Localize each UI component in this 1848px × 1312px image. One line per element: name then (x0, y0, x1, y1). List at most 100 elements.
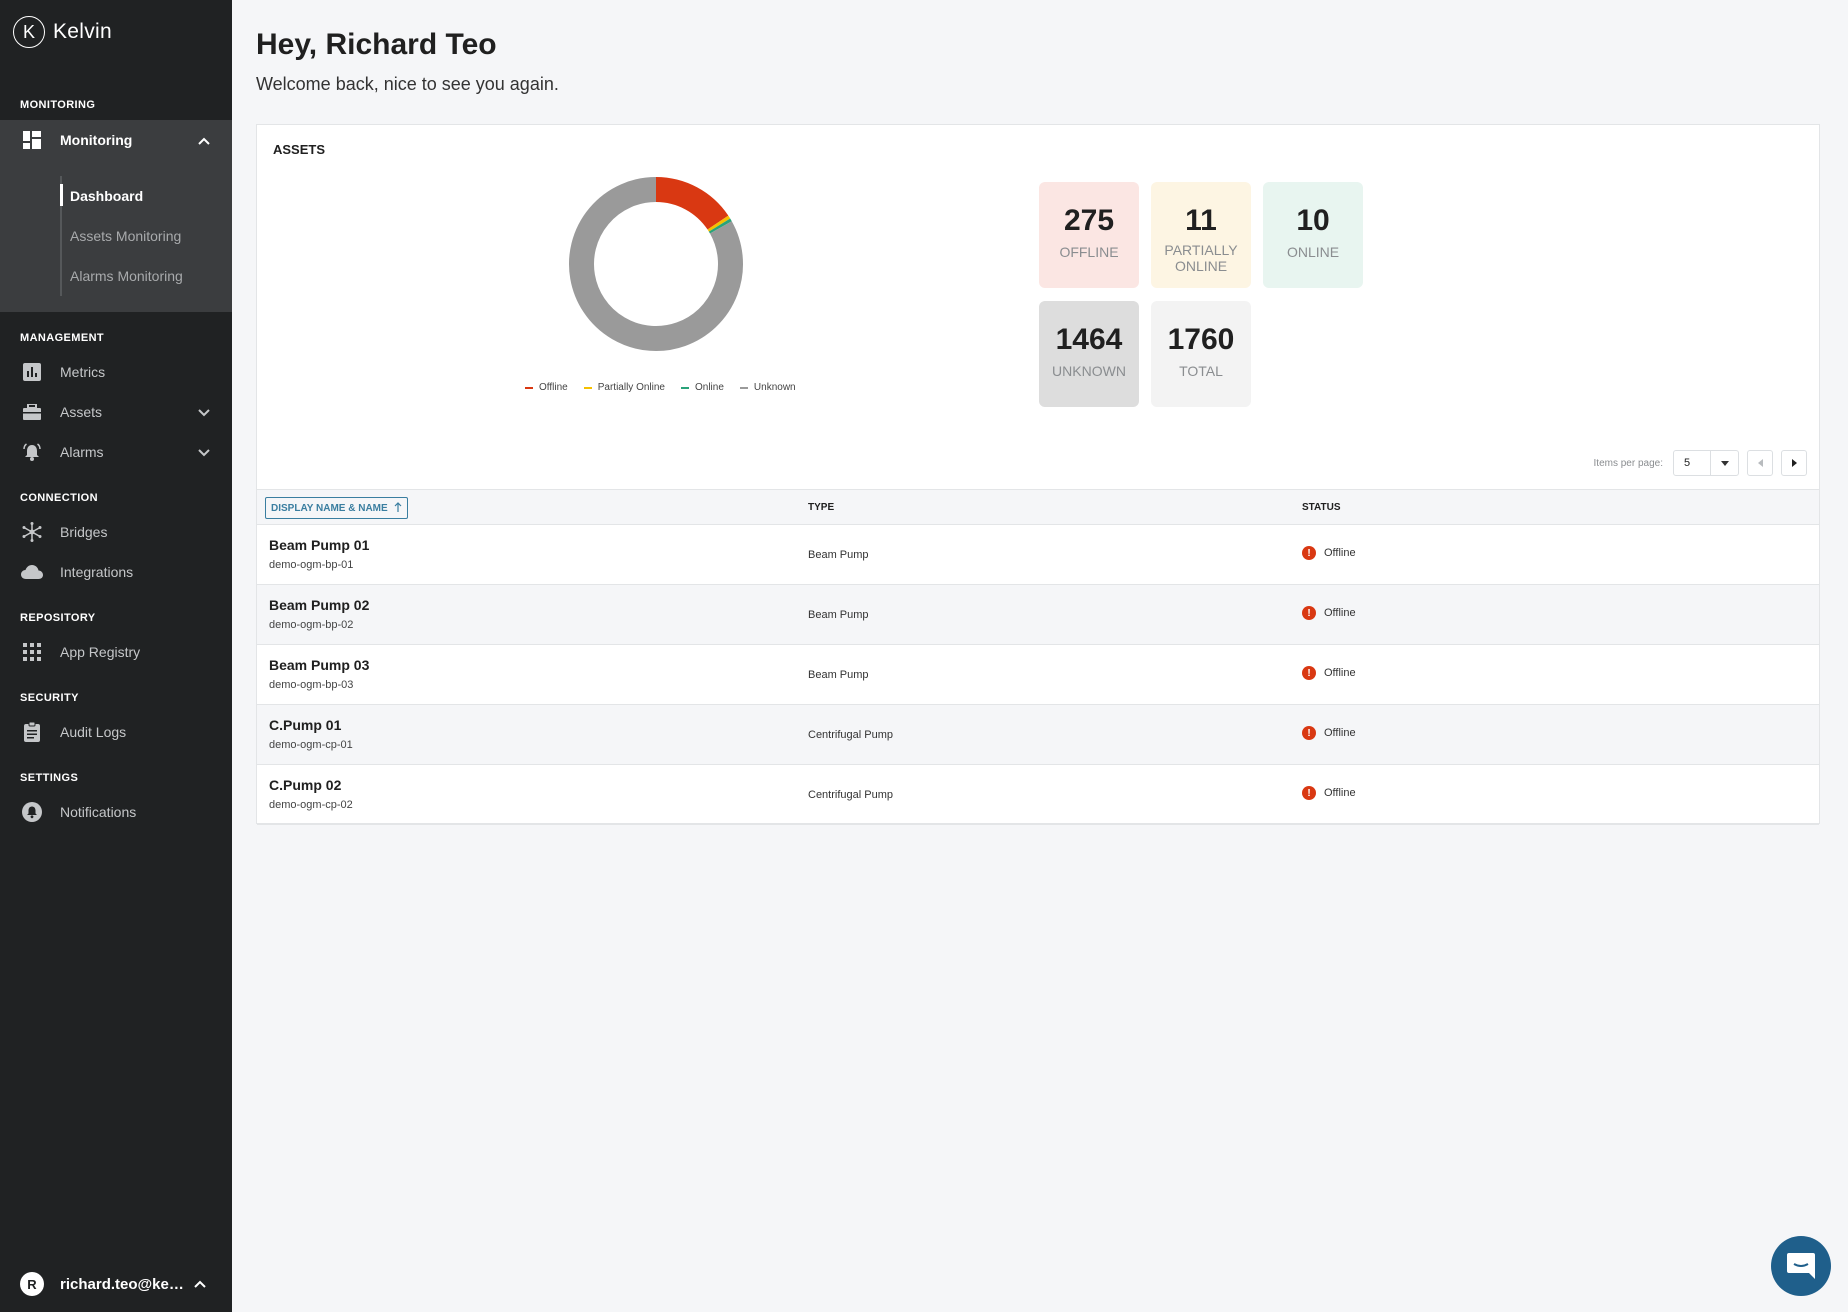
section-title-management: MANAGEMENT (20, 332, 105, 344)
sidebar-item-app-registry[interactable]: App Registry (0, 632, 232, 672)
sidebar-item-label: Notifications (60, 804, 137, 820)
section-title-settings: SETTINGS (20, 772, 79, 784)
section-title-connection: CONNECTION (20, 492, 98, 504)
sidebar-item-label: Alarms (60, 444, 104, 460)
card-title: ASSETS (273, 142, 326, 157)
cloud-icon (20, 560, 44, 584)
sidebar-item-label: Bridges (60, 524, 108, 540)
chart-icon (20, 360, 44, 384)
legend-swatch (739, 386, 748, 389)
sort-by-name-button[interactable]: DISPLAY NAME & NAME (265, 497, 408, 519)
donut-slice-offline[interactable] (655, 177, 729, 230)
sidebar-item-monitoring[interactable]: Monitoring (0, 120, 232, 160)
donut-slice-online[interactable] (708, 218, 732, 234)
sidebar-item-notifications[interactable]: Notifications (0, 792, 232, 832)
sidebar-item-integrations[interactable]: Integrations (0, 552, 232, 592)
page-title: Hey, Richard Teo (256, 28, 497, 61)
asset-status: ! Offline (1302, 666, 1356, 680)
hub-icon (20, 520, 44, 544)
chevron-down-icon (198, 404, 210, 420)
status-text: Offline (1324, 667, 1356, 679)
asset-name: demo-ogm-cp-02 (269, 799, 353, 811)
alert-icon: ! (1302, 666, 1316, 680)
stat-label: UNKNOWN (1052, 363, 1126, 379)
legend-item-partially-online[interactable]: Partially Online (583, 382, 665, 393)
chat-support-button[interactable] (1771, 1236, 1831, 1296)
submenu-active-indicator (60, 184, 63, 206)
stat-total[interactable]: 1760 TOTAL (1151, 301, 1251, 407)
table-row[interactable]: Beam Pump 03 demo-ogm-bp-03 Beam Pump ! O… (257, 645, 1819, 705)
stat-label: TOTAL (1179, 363, 1223, 379)
chevron-down-icon (198, 444, 210, 460)
next-page-button[interactable] (1781, 450, 1807, 476)
legend-item-offline[interactable]: Offline (525, 382, 568, 393)
legend-label: Unknown (753, 382, 796, 393)
items-per-page-label: Items per page: (1593, 457, 1663, 469)
alert-icon: ! (1302, 546, 1316, 560)
legend-item-online[interactable]: Online (681, 382, 724, 393)
table-row[interactable]: Beam Pump 02 demo-ogm-bp-02 Beam Pump ! O… (257, 585, 1819, 645)
table-row[interactable]: C.Pump 01 demo-ogm-cp-01 Centrifugal Pum… (257, 705, 1819, 765)
status-text: Offline (1324, 727, 1356, 739)
table-row[interactable]: Beam Pump 01 demo-ogm-bp-01 Beam Pump ! O… (257, 525, 1819, 585)
legend-swatch (681, 386, 689, 389)
arrow-up-icon (394, 501, 402, 515)
stat-label: ONLINE (1286, 244, 1340, 260)
pagination: Items per page: 5 (1594, 450, 1807, 476)
donut-slice-partially-online[interactable] (707, 215, 731, 232)
items-per-page-select[interactable]: 5 (1673, 450, 1739, 476)
legend-item-unknown[interactable]: Unknown (739, 382, 796, 393)
prev-page-button[interactable] (1747, 450, 1773, 476)
asset-type: Beam Pump (808, 549, 869, 561)
stat-partially-online[interactable]: 11 PARTIALLY ONLINE (1151, 182, 1251, 288)
sidebar-item-assets[interactable]: Assets (0, 392, 232, 432)
legend-label: Offline (539, 382, 568, 393)
section-title-repository: REPOSITORY (20, 612, 96, 624)
asset-display-name: C.Pump 02 (269, 777, 342, 793)
stat-label: OFFLINE (1059, 244, 1119, 260)
brand-name: Kelvin (53, 20, 112, 43)
sidebar-item-bridges[interactable]: Bridges (0, 512, 232, 552)
sidebar-item-audit-logs[interactable]: Audit Logs (0, 712, 232, 752)
column-header-status[interactable]: STATUS (1302, 502, 1341, 513)
sidebar-item-alarms[interactable]: Alarms (0, 432, 232, 472)
asset-type: Beam Pump (808, 609, 869, 621)
alert-icon: ! (1302, 606, 1316, 620)
kelvin-logo[interactable]: K Kelvin (13, 16, 112, 48)
stat-offline[interactable]: 275 OFFLINE (1039, 182, 1139, 288)
stat-unknown[interactable]: 1464 UNKNOWN (1039, 301, 1139, 407)
section-title-monitoring: MONITORING (20, 99, 96, 111)
stat-value: 275 (1063, 204, 1115, 237)
stat-value: 11 (1185, 204, 1217, 237)
legend-label: Online (695, 382, 724, 393)
sidebar-item-metrics[interactable]: Metrics (0, 352, 232, 392)
asset-display-name: Beam Pump 03 (269, 657, 370, 673)
alert-icon: ! (1302, 726, 1316, 740)
stat-online[interactable]: 10 ONLINE (1263, 182, 1363, 288)
stat-value: 1464 (1055, 323, 1123, 356)
asset-display-name: Beam Pump 02 (269, 597, 370, 613)
status-text: Offline (1324, 607, 1356, 619)
status-text: Offline (1324, 787, 1356, 799)
asset-status: ! Offline (1302, 546, 1356, 560)
user-menu[interactable]: R richard.teo@kel... (20, 1272, 206, 1296)
sidebar-item-alarms-monitoring[interactable]: Alarms Monitoring (70, 268, 183, 284)
legend-label: Partially Online (597, 382, 665, 393)
column-header-type[interactable]: TYPE (808, 502, 834, 513)
table-row[interactable]: C.Pump 02 demo-ogm-cp-02 Centrifugal Pum… (257, 765, 1819, 825)
sidebar-item-dashboard[interactable]: Dashboard (70, 188, 143, 204)
avatar: R (20, 1272, 44, 1296)
bell-ring-icon (20, 440, 44, 464)
asset-type: Centrifugal Pump (808, 789, 893, 801)
sidebar-item-assets-monitoring[interactable]: Assets Monitoring (70, 228, 181, 244)
caret-down-icon (1710, 451, 1738, 475)
status-text: Offline (1324, 547, 1356, 559)
chart-legend: Offline Partially Online Online Unknown (525, 382, 812, 393)
stat-label: PARTIALLY ONLINE (1164, 242, 1238, 274)
chevron-up-icon (198, 132, 210, 148)
asset-display-name: C.Pump 01 (269, 717, 342, 733)
user-email: richard.teo@kel... (60, 1275, 184, 1293)
dashboard-icon (20, 128, 44, 152)
asset-status: ! Offline (1302, 786, 1356, 800)
sidebar-item-label: App Registry (60, 644, 141, 660)
